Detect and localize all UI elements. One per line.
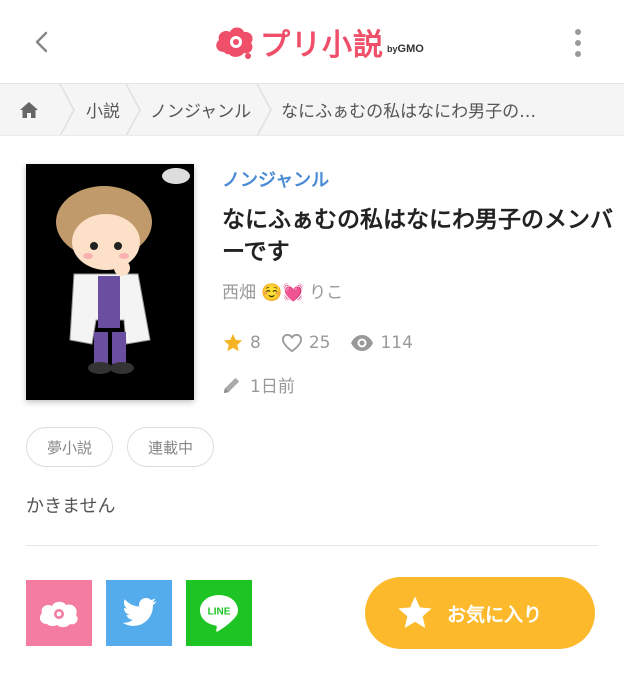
last-updated: 1日前 bbox=[222, 372, 295, 397]
breadcrumb-separator bbox=[256, 84, 273, 135]
novel-title: なにふぁむの私はなにわ男子のメンバーです bbox=[222, 207, 613, 265]
divider bbox=[26, 545, 598, 546]
breadcrumb-separator bbox=[59, 84, 75, 135]
share-line-button[interactable]: LINE bbox=[186, 580, 252, 646]
logo-sub-by: by bbox=[387, 44, 398, 54]
share-twitter-button[interactable] bbox=[106, 580, 172, 646]
novel-author[interactable]: 西畑 ☺️💓 りこ bbox=[222, 278, 343, 303]
prin-cloud-icon bbox=[39, 601, 78, 628]
breadcrumb: 小説 ノンジャンル なにふぁむの私はなにわ男子の… bbox=[0, 84, 624, 136]
novel-genre[interactable]: ノンジャンル bbox=[222, 166, 329, 192]
logo-sub: byGMO bbox=[387, 43, 424, 55]
like-count: 25 bbox=[281, 333, 331, 353]
novel-cover-image[interactable] bbox=[26, 164, 194, 400]
tag-serializing[interactable]: 連載中 bbox=[127, 427, 215, 467]
menu-dot bbox=[575, 51, 581, 57]
logo-text: プリ小説 bbox=[260, 28, 384, 63]
view-count: 114 bbox=[350, 333, 413, 353]
pencil-icon bbox=[224, 377, 240, 393]
favorite-label: お気に入り bbox=[447, 603, 543, 626]
menu-dot bbox=[575, 40, 581, 46]
view-count-value: 114 bbox=[380, 333, 413, 353]
star-count: 8 bbox=[222, 332, 261, 354]
tag-list: 夢小説 連載中 bbox=[26, 427, 215, 467]
more-menu-button[interactable] bbox=[566, 26, 590, 60]
like-count-value: 25 bbox=[308, 333, 331, 353]
app-header: プリ小説 byGMO bbox=[0, 0, 624, 84]
chevron-left-icon bbox=[35, 31, 48, 53]
line-logo-icon: LINE bbox=[200, 595, 238, 632]
novel-stats: 8 25 114 bbox=[222, 332, 433, 354]
back-button[interactable] bbox=[26, 26, 58, 58]
svg-text:LINE: LINE bbox=[208, 607, 231, 618]
menu-dot bbox=[575, 29, 581, 35]
breadcrumb-home[interactable] bbox=[0, 84, 58, 135]
star-count-value: 8 bbox=[250, 333, 261, 353]
share-prin-button[interactable] bbox=[26, 580, 92, 646]
logo-cloud-icon bbox=[216, 27, 253, 59]
novel-summary: かきません bbox=[26, 496, 116, 517]
star-icon bbox=[398, 596, 432, 628]
heart-icon bbox=[281, 333, 302, 353]
logo-sub-brand: GMO bbox=[397, 43, 424, 55]
eye-icon bbox=[351, 335, 374, 351]
home-icon bbox=[20, 101, 38, 118]
star-icon bbox=[223, 333, 243, 352]
twitter-bird-icon bbox=[122, 597, 157, 626]
tag-dream-novel[interactable]: 夢小説 bbox=[26, 427, 114, 467]
breadcrumb-item-novel[interactable]: 小説 bbox=[80, 84, 124, 135]
favorite-button[interactable]: お気に入り bbox=[365, 577, 595, 649]
site-logo[interactable]: プリ小説 byGMO bbox=[212, 20, 424, 64]
cover-illustration bbox=[26, 164, 194, 400]
breadcrumb-separator bbox=[125, 84, 141, 135]
last-updated-text: 1日前 bbox=[250, 377, 295, 397]
breadcrumb-item-current: なにふぁむの私はなにわ男子の… bbox=[281, 102, 537, 122]
breadcrumb-item-genre[interactable]: ノンジャンル bbox=[146, 84, 255, 135]
